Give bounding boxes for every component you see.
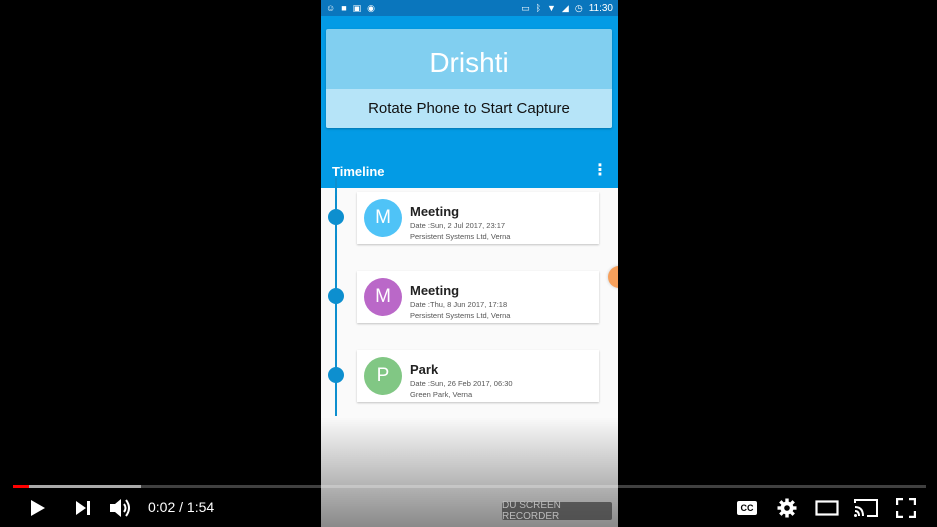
cast-icon	[854, 499, 878, 517]
capture-prompt[interactable]: Rotate Phone to Start Capture	[326, 89, 612, 128]
timeline-event-card[interactable]: M Meeting Date :Thu, 8 Jun 2017, 17:18 P…	[357, 271, 599, 323]
signal-icon: ◢	[561, 3, 569, 13]
play-icon	[31, 500, 45, 516]
event-date: Date :Thu, 8 Jun 2017, 17:18	[410, 300, 508, 309]
volume-button[interactable]	[108, 496, 134, 520]
status-right-icons: ▭ ᛒ ▼ ◢ ◷ 11:30	[521, 3, 613, 14]
app-header: Drishti Rotate Phone to Start Capture Ti…	[321, 16, 618, 188]
event-title: Park	[410, 362, 439, 377]
skip-next-icon	[76, 501, 90, 515]
timeline-dot	[328, 209, 344, 225]
event-avatar: M	[364, 278, 402, 316]
time-separator: /	[175, 499, 187, 515]
time-display: 0:02 / 1:54	[148, 499, 214, 515]
volume-icon	[110, 499, 130, 517]
app-title: Drishti	[429, 47, 509, 78]
progress-buffered	[13, 485, 141, 488]
event-place: Persistent Systems Ltd, Verna	[410, 311, 511, 320]
event-place: Green Park, Verna	[410, 390, 473, 399]
captions-icon: CC	[737, 501, 757, 515]
theater-mode-button[interactable]	[814, 498, 840, 518]
wifi-icon: ▼	[547, 3, 556, 13]
bluetooth-icon: ᛒ	[535, 3, 541, 13]
emoji-icon: ☺	[326, 3, 336, 13]
video-camera-icon: ■	[341, 3, 347, 13]
settings-button[interactable]	[776, 497, 798, 519]
timeline-event-card[interactable]: M Meeting Date :Sun, 2 Jul 2017, 23:17 P…	[357, 192, 599, 244]
cast-button[interactable]	[852, 497, 880, 519]
progress-bar[interactable]	[13, 485, 926, 488]
theater-mode-icon	[815, 500, 839, 516]
player-controls: 0:02 / 1:54 CC	[0, 492, 937, 524]
status-left-icons: ☺ ■ ▣ ◉	[326, 3, 375, 13]
phone-screen: ☺ ■ ▣ ◉ ▭ ᛒ ▼ ◢ ◷ 11:30 Drishti Rotate P…	[321, 0, 618, 527]
timeline-event-card[interactable]: P Park Date :Sun, 26 Feb 2017, 06:30 Gre…	[357, 350, 599, 402]
progress-played	[13, 485, 29, 488]
status-time: 11:30	[588, 2, 613, 14]
next-button[interactable]	[72, 497, 94, 519]
event-title: Meeting	[410, 283, 460, 298]
record-icon: ◉	[367, 3, 376, 13]
fullscreen-button[interactable]	[894, 497, 918, 519]
event-avatar: M	[364, 199, 402, 237]
gear-icon	[777, 498, 797, 518]
fullscreen-icon	[896, 498, 916, 518]
timeline-dot	[328, 288, 344, 304]
captions-button[interactable]: CC	[736, 500, 758, 516]
alarm-icon: ◷	[574, 3, 583, 13]
title-card: Drishti Rotate Phone to Start Capture	[326, 29, 612, 128]
current-time: 0:02	[148, 499, 176, 515]
image-icon: ▣	[352, 3, 362, 13]
status-bar: ☺ ■ ▣ ◉ ▭ ᛒ ▼ ◢ ◷ 11:30	[321, 0, 618, 16]
event-date: Date :Sun, 2 Jul 2017, 23:17	[410, 221, 506, 230]
timeline-dot	[328, 367, 344, 383]
cast-icon: ▭	[521, 3, 530, 13]
event-title: Meeting	[410, 204, 460, 219]
play-button[interactable]	[28, 497, 48, 519]
duration: 1:54	[186, 499, 215, 515]
event-date: Date :Sun, 26 Feb 2017, 06:30	[410, 379, 513, 388]
event-place: Persistent Systems Ltd, Verna	[410, 232, 511, 241]
event-avatar: P	[364, 357, 402, 395]
